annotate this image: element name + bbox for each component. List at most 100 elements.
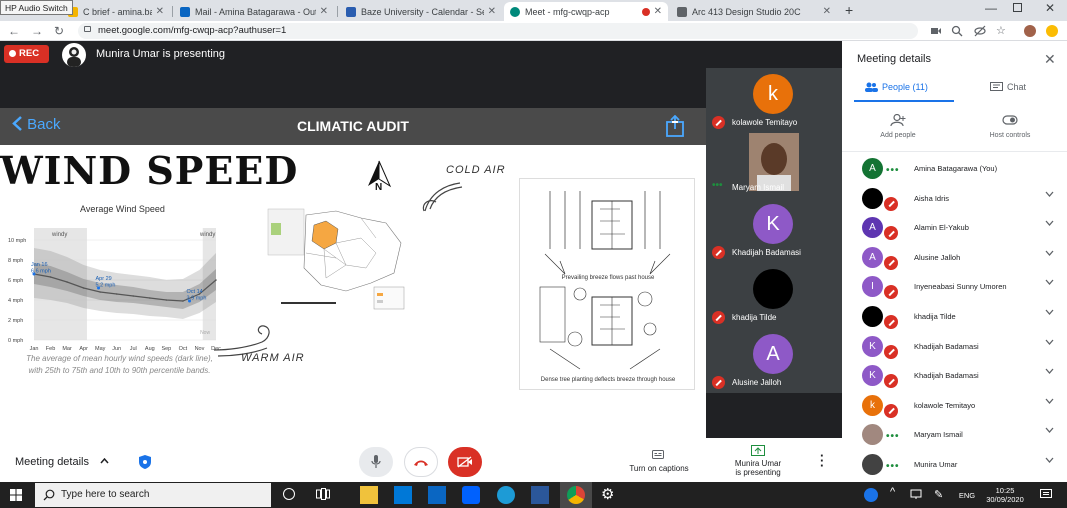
back-arrow-icon[interactable]: ← [8, 23, 20, 39]
avatar: A [862, 158, 883, 179]
cortana-icon[interactable] [283, 488, 295, 500]
captions-icon[interactable] [652, 450, 664, 459]
network-icon[interactable] [910, 489, 922, 500]
windows-start-icon[interactable] [10, 489, 22, 501]
participant-row[interactable]: K Khadijah Badamasi [842, 361, 1067, 391]
participant-row[interactable]: khadija Tilde [842, 302, 1067, 332]
add-people-button[interactable]: Add people [870, 114, 926, 139]
participant-row[interactable]: k kolawole Temitayo [842, 391, 1067, 421]
camera-toggle-button[interactable] [448, 447, 482, 477]
participant-row[interactable]: I Inyeneabasi Sunny Umoren [842, 272, 1067, 302]
chevron-down-icon[interactable] [1045, 339, 1054, 345]
close-icon[interactable]: ✕ [488, 6, 496, 17]
more-options-icon[interactable]: · · · [820, 449, 824, 472]
meeting-details-button[interactable]: Meeting details [15, 456, 109, 468]
tile-khadija-tilde[interactable]: khadija Tilde [706, 263, 842, 328]
star-icon[interactable]: ☆ [996, 25, 1008, 37]
chevron-down-icon[interactable] [1045, 191, 1054, 197]
tab-brief[interactable]: C brief - amina.bataga ✕ [62, 2, 170, 21]
chevron-down-icon[interactable] [1045, 279, 1054, 286]
participant-row[interactable]: A ••• Amina Batagarawa (You) [842, 154, 1067, 184]
minimize-button[interactable]: — [985, 1, 997, 15]
leave-call-button[interactable] [404, 447, 438, 477]
tab-design-studio[interactable]: Arc 413 Design Studio 20C ✕ [671, 2, 837, 21]
forward-arrow-icon[interactable]: → [31, 23, 43, 39]
presenting-line-2: is presenting [735, 468, 781, 477]
file-explorer-icon[interactable] [360, 486, 378, 504]
host-controls-button[interactable]: Host controls [982, 114, 1038, 139]
tile-khadijah[interactable]: K Khadijah Badamasi [706, 198, 842, 263]
chevron-down-icon[interactable] [1045, 309, 1054, 315]
speaking-indicator-icon: ••• [712, 180, 723, 191]
data-point [49, 276, 52, 278]
chevron-down-icon[interactable] [1045, 398, 1054, 404]
taskbar-search[interactable]: Type here to search [35, 483, 271, 507]
tile-maryam[interactable]: ••• Maryam Ismail [706, 133, 842, 198]
chevron-down-icon[interactable] [1045, 427, 1054, 434]
rec-label: REC [19, 48, 40, 59]
participant-row[interactable]: Aisha Idris [842, 184, 1067, 214]
pen-icon[interactable]: ✎ [934, 488, 943, 501]
share-icon[interactable] [665, 115, 685, 137]
presenting-status[interactable]: Munira Umar is presenting [720, 459, 796, 477]
microphone-button[interactable] [359, 447, 393, 477]
annotation-date: Jan 16 [31, 262, 48, 268]
camera-icon[interactable] [930, 25, 942, 37]
chrome-icon[interactable] [567, 486, 585, 504]
chevron-up-icon[interactable]: ^ [890, 486, 895, 498]
help-icon[interactable] [864, 488, 878, 502]
x-tick-label: Jul [130, 346, 137, 352]
tile-kolawole[interactable]: k kolawole Temitayo [706, 68, 842, 133]
participant-row[interactable]: A Alusine Jalloh [842, 243, 1067, 273]
annotation-date: Apr 29 [96, 276, 112, 282]
close-icon[interactable]: ✕ [1044, 51, 1056, 68]
slide-header: Back CLIMATIC AUDIT [0, 108, 706, 145]
window-close-button[interactable]: ✕ [1045, 1, 1055, 15]
settings-gear-icon[interactable]: ⚙ [601, 486, 614, 504]
notifications-icon[interactable] [1040, 489, 1052, 500]
close-icon[interactable]: ✕ [156, 6, 164, 17]
shield-icon[interactable] [138, 454, 152, 470]
store-icon[interactable] [394, 486, 412, 504]
present-screen-icon[interactable] [751, 445, 765, 456]
participant-row[interactable]: A Alamin El-Yakub [842, 213, 1067, 243]
y-tick-label: 6 mph [8, 278, 23, 284]
new-tab-button[interactable]: + [845, 2, 853, 18]
avatar: A [753, 334, 793, 374]
close-icon[interactable]: ✕ [823, 6, 831, 17]
participant-row[interactable]: ••• Maryam Ismail [842, 420, 1067, 450]
maximize-button[interactable] [1013, 3, 1022, 12]
close-icon[interactable]: ✕ [654, 6, 662, 17]
tile-alusine[interactable]: A Alusine Jalloh [706, 328, 842, 393]
mail-icon[interactable] [428, 486, 446, 504]
participant-name: Khadijah Badamasi [914, 341, 979, 351]
address-bar[interactable]: meet.google.com/mfg-cwqp-acp?authuser=1 [78, 23, 918, 39]
turn-on-captions-button[interactable]: Turn on captions [618, 464, 700, 473]
chevron-down-icon[interactable] [1045, 368, 1054, 375]
extension-icon[interactable] [1046, 25, 1058, 37]
dropbox-icon[interactable] [462, 486, 480, 504]
chevron-down-icon[interactable] [1045, 250, 1054, 256]
tab-people[interactable]: People (11) [864, 82, 928, 92]
tab-outlook-mail[interactable]: Mail - Amina Batagarawa - Outlo ✕ [174, 2, 334, 21]
participant-row[interactable]: ••• Munira Umar [842, 450, 1067, 480]
tab-calendar[interactable]: Baze University - Calendar - Sept ✕ [340, 2, 502, 21]
task-view-icon[interactable] [316, 488, 330, 500]
eye-off-icon[interactable] [974, 25, 986, 37]
participant-name: Amina Batagarawa (You) [914, 164, 998, 173]
chevron-down-icon[interactable] [1045, 220, 1054, 227]
close-icon[interactable]: ✕ [320, 6, 328, 17]
clock[interactable]: 10:25 30/09/2020 [980, 486, 1030, 504]
reload-icon[interactable]: ↻ [54, 23, 64, 39]
participant-row[interactable]: K Khadijah Badamasi [842, 332, 1067, 362]
edge-icon[interactable] [497, 486, 515, 504]
zoom-icon[interactable] [951, 25, 963, 37]
tab-meet[interactable]: Meet - mfg-cwqp-acp ✕ [504, 2, 668, 21]
word-icon[interactable] [531, 486, 549, 504]
speaking-indicator-icon: ••• [886, 165, 900, 176]
tab-chat[interactable]: Chat [990, 82, 1026, 92]
language-indicator[interactable]: ENG [955, 491, 979, 500]
shared-screen: Back CLIMATIC AUDIT WIND SPEED N COLD AI… [0, 108, 706, 438]
chevron-down-icon[interactable] [1045, 457, 1054, 463]
profile-avatar[interactable] [1024, 25, 1036, 37]
